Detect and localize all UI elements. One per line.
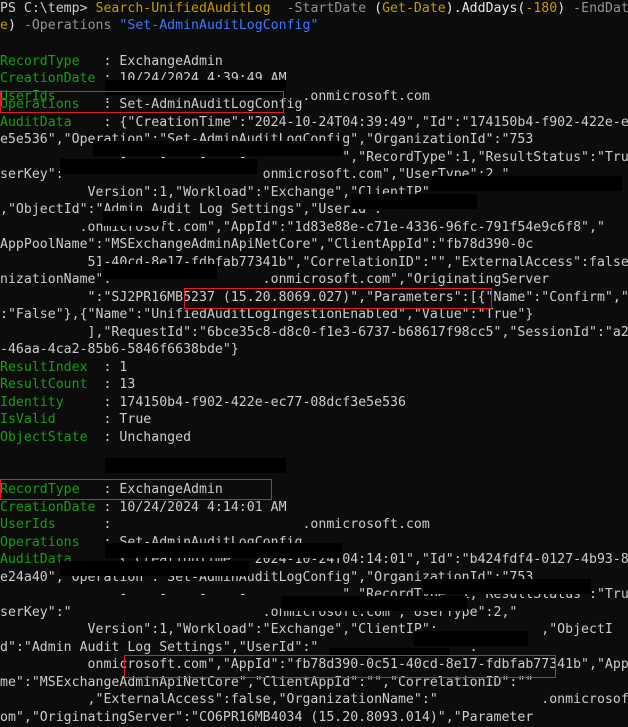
console-line: Identity : 174150b4-f902-422e-ec77-08dcf… bbox=[0, 394, 406, 412]
console-text-segment: AppPoolName":"MSExchangeAdminApiNetCore"… bbox=[0, 237, 534, 252]
redaction-userids-1 bbox=[105, 80, 286, 95]
redaction-orgid-2 bbox=[105, 543, 342, 558]
console-text-segment: Operations bbox=[0, 97, 80, 112]
console-text-segment: ResultCount bbox=[0, 377, 88, 392]
console-text-segment: om","OriginatingServer":"CO6PR16MB4034 (… bbox=[0, 710, 534, 725]
console-text-segment: : ExchangeAdmin bbox=[79, 482, 223, 497]
console-line: AuditData : {"CreationTime":"2024-10-24T… bbox=[0, 114, 628, 132]
console-text-segment: IsValid bbox=[0, 412, 56, 427]
redaction-orgid-1 bbox=[93, 141, 342, 156]
console-text-segment: : 13 bbox=[87, 377, 136, 392]
console-text-segment: e bbox=[0, 18, 8, 33]
console-text-segment: RecordType bbox=[0, 54, 80, 69]
console-text-segment: : Unchanged bbox=[87, 430, 192, 445]
console-text-segment bbox=[271, 1, 287, 16]
redaction-orgname-1 bbox=[101, 264, 217, 279]
console-line: e) -Operations "Set-AdminAuditLogConfig" bbox=[0, 17, 318, 35]
console-text-segment: me":"MSExchangeAdminApiNetCore","ClientA… bbox=[0, 675, 534, 690]
console-line: onmicrosoft.com","AppId":"fb78d390-0c51-… bbox=[0, 656, 628, 674]
redaction-clientip-1 bbox=[430, 176, 622, 191]
console-text-segment: nizationName":" .onmicrosoft.com","Origi… bbox=[0, 272, 550, 287]
console-line: UserIds : .onmicrosoft.com bbox=[0, 516, 430, 534]
console-text-segment: ) bbox=[7, 18, 24, 33]
console-line: .onmicrosoft.com","AppId":"1d83e88e-c71e… bbox=[0, 219, 605, 237]
console-line: RecordType : ExchangeAdmin bbox=[0, 481, 223, 499]
console-line: ObjectState : Unchanged bbox=[0, 429, 191, 447]
console-line: ":"SJ2PR16MB5237 (15.20.8069.027)","Para… bbox=[0, 289, 628, 307]
console-text-segment: -EndDate bbox=[573, 1, 628, 16]
console-line: ],"RequestId":"6bce35c8-d8c0-f1e3-6737-b… bbox=[0, 324, 628, 342]
console-text-segment: : 10/24/2024 4:14:01 AM bbox=[95, 500, 287, 515]
console-text-segment: : 1 bbox=[87, 360, 128, 375]
redaction-userid-1a bbox=[351, 194, 477, 209]
console-line: -46aa-4ca2-85b6-5846f6638bde"} bbox=[0, 341, 239, 359]
console-text-segment: ).AddDays( bbox=[445, 1, 526, 16]
redaction-userkey-2 bbox=[60, 561, 249, 576]
console-text-segment: Search-UnifiedAuditLog bbox=[95, 1, 271, 16]
console-line: AppPoolName":"MSExchangeAdminApiNetCore"… bbox=[0, 236, 533, 254]
console-text-segment: ":"SJ2PR16MB5237 (15.20.8069.027)","Para… bbox=[0, 290, 628, 305]
console-text-segment: : True bbox=[55, 412, 152, 427]
console-line: me":"MSExchangeAdminApiNetCore","ClientA… bbox=[0, 674, 533, 692]
console-line: 51-40cd-8e17-fdbfab77341b","CorrelationI… bbox=[0, 254, 628, 272]
console-text-segment: onmicrosoft.com","AppId":"fb78d390-0c51-… bbox=[0, 657, 628, 672]
console-text-segment: -StartDate bbox=[286, 1, 367, 16]
console-text-segment: AuditData bbox=[0, 115, 72, 130]
console-text-segment: ( bbox=[366, 1, 383, 16]
console-text-segment: -46aa-4ca2-85b6-5846f6638bde"} bbox=[0, 342, 239, 357]
redaction-tail bbox=[330, 648, 450, 657]
console-line: nizationName":" .onmicrosoft.com","Origi… bbox=[0, 271, 549, 289]
console-line: Operations : Set-AdminAuditLogConfig bbox=[0, 96, 302, 114]
console-text-segment: "Set-AdminAuditLogConfig" bbox=[119, 18, 319, 33]
console-text-segment: :"False"},{"Name":"UnifiedAuditLogIngest… bbox=[0, 307, 534, 322]
powershell-console[interactable]: PS C:\temp> Search-UnifiedAuditLog -Star… bbox=[0, 0, 628, 725]
console-line: PS C:\temp> Search-UnifiedAuditLog -Star… bbox=[0, 0, 628, 18]
console-text-segment: : .onmicrosoft.com bbox=[55, 517, 430, 532]
console-text-segment: : {"CreationTime":"2024-10-24T04:39:49",… bbox=[103, 115, 628, 130]
console-text-segment: ResultIndex bbox=[0, 360, 88, 375]
console-text-segment: Get-Date bbox=[382, 1, 446, 16]
console-text-segment: : 174150b4-f902-422e-ec77-08dcf3e5e536 bbox=[63, 395, 406, 410]
redaction-userkey-1 bbox=[60, 159, 257, 174]
console-text-segment: 51-40cd-8e17-fdbfab77341b","CorrelationI… bbox=[0, 255, 628, 270]
console-text-segment: -180 bbox=[525, 1, 558, 16]
console-text-segment: UserIds bbox=[0, 517, 56, 532]
redaction-clientip-2 bbox=[423, 579, 591, 594]
console-text-segment: ],"RequestId":"6bce35c8-d8c0-f1e3-6737-b… bbox=[0, 325, 628, 340]
console-line: ,"ExternalAccess":false,"OrganizationNam… bbox=[0, 691, 628, 709]
console-line: IsValid : True bbox=[0, 411, 151, 429]
console-line: :"False"},{"Name":"UnifiedAuditLogIngest… bbox=[0, 306, 533, 324]
console-text-segment: : Set-AdminAuditLogConfig bbox=[79, 97, 303, 112]
console-text-segment: ObjectState bbox=[0, 430, 88, 445]
console-text-segment: ) bbox=[557, 1, 574, 16]
redaction-orgname-2 bbox=[414, 631, 528, 646]
console-text-segment: .onmicrosoft.com","AppId":"1d83e88e-c71e… bbox=[0, 220, 605, 235]
redaction-userid-2a bbox=[281, 596, 467, 611]
console-line: om","OriginatingServer":"CO6PR16MB4034 (… bbox=[0, 709, 533, 727]
console-text-segment: RecordType bbox=[0, 482, 80, 497]
console-line: ResultIndex : 1 bbox=[0, 359, 127, 377]
console-line: RecordType : ExchangeAdmin bbox=[0, 53, 223, 71]
console-text-segment: CreationDate bbox=[0, 71, 96, 86]
redaction-userid-1b bbox=[103, 211, 163, 226]
console-text-segment: Operations bbox=[0, 535, 80, 550]
console-line: CreationDate : 10/24/2024 4:14:01 AM bbox=[0, 499, 287, 517]
console-text-segment: -Operations bbox=[23, 18, 112, 33]
console-text-segment: PS C:\temp> bbox=[0, 1, 96, 16]
console-text-segment: CreationDate bbox=[0, 500, 96, 515]
console-text-segment: : ExchangeAdmin bbox=[79, 54, 223, 69]
console-line: ResultCount : 13 bbox=[0, 376, 135, 394]
redaction-userids-2 bbox=[105, 458, 286, 473]
console-text-segment: ,"ExternalAccess":false,"OrganizationNam… bbox=[0, 692, 628, 707]
console-text-segment: Identity bbox=[0, 395, 64, 410]
